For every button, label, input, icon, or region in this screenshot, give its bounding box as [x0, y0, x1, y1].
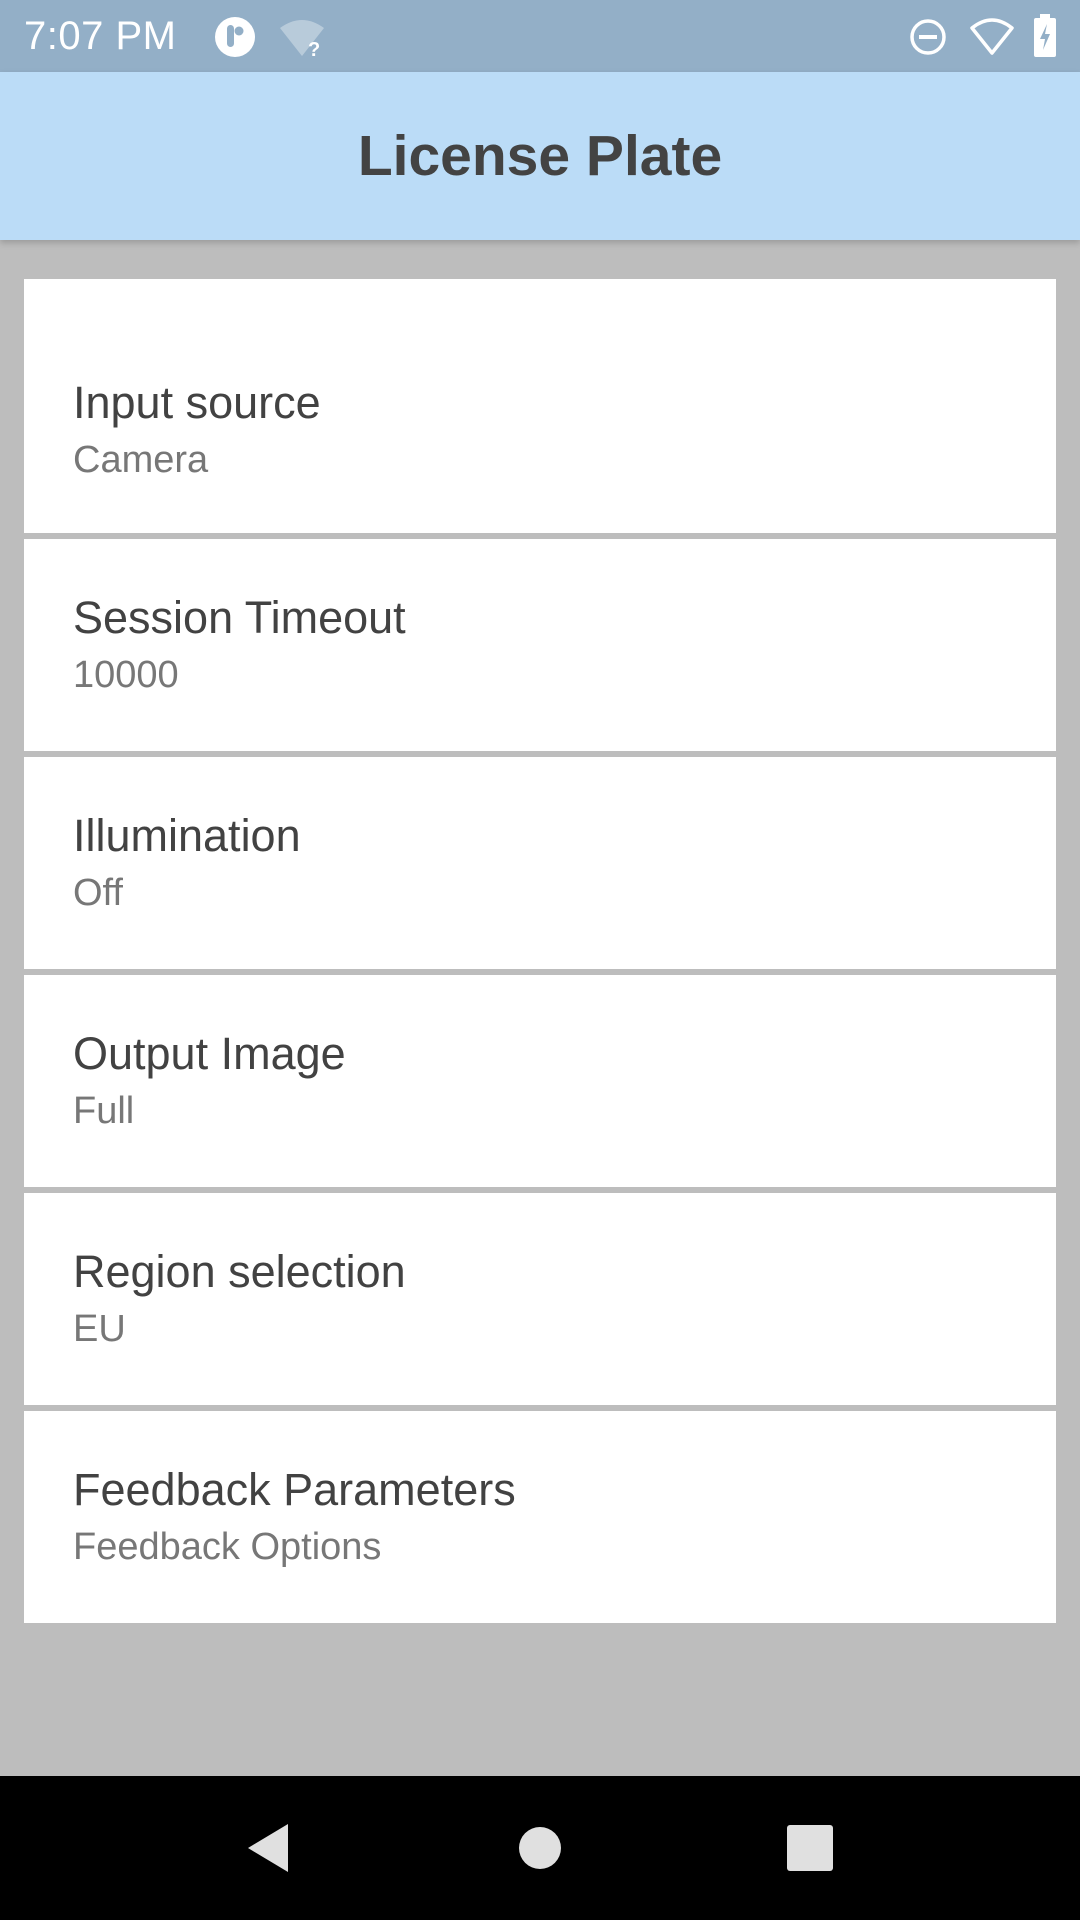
status-bar: 7:07 PM ? [0, 0, 1080, 72]
setting-value: Feedback Options [73, 1526, 382, 1568]
setting-title: Output Image [73, 1028, 346, 1079]
setting-region-selection[interactable]: Region selection EU [24, 1193, 1056, 1405]
setting-value: Camera [73, 439, 209, 481]
setting-title: Region selection [73, 1246, 406, 1297]
setting-title: Session Timeout [73, 592, 406, 643]
home-icon [519, 1827, 561, 1869]
page-title: License Plate [357, 124, 723, 188]
setting-value: 10000 [73, 654, 179, 696]
setting-title: Feedback Parameters [73, 1464, 516, 1515]
navigation-bar [0, 1776, 1080, 1920]
wifi-question-icon: ? [280, 20, 324, 58]
setting-input-source[interactable]: Input source Camera [24, 279, 1056, 533]
status-time: 7:07 PM [24, 14, 177, 58]
back-icon [248, 1824, 288, 1872]
setting-value: EU [73, 1308, 126, 1350]
setting-output-image[interactable]: Output Image Full [24, 975, 1056, 1187]
back-button[interactable] [198, 1776, 338, 1920]
setting-illumination[interactable]: Illumination Off [24, 757, 1056, 969]
svg-text:?: ? [308, 39, 320, 58]
battery-charging-icon [1034, 14, 1056, 57]
setting-session-timeout[interactable]: Session Timeout 10000 [24, 539, 1056, 751]
setting-value: Off [73, 872, 123, 914]
setting-value: Full [73, 1090, 135, 1132]
app-notification-icon [215, 17, 255, 57]
settings-list: Input source Camera Session Timeout 1000… [24, 279, 1056, 1629]
do-not-disturb-icon [910, 19, 946, 55]
home-button[interactable] [470, 1776, 610, 1920]
setting-title: Illumination [73, 810, 301, 861]
setting-title: Input source [73, 377, 321, 428]
app-bar: License Plate [0, 72, 1080, 240]
recents-button[interactable] [740, 1776, 880, 1920]
setting-feedback-parameters[interactable]: Feedback Parameters Feedback Options [24, 1411, 1056, 1623]
recents-icon [787, 1825, 833, 1871]
wifi-icon [970, 18, 1014, 55]
